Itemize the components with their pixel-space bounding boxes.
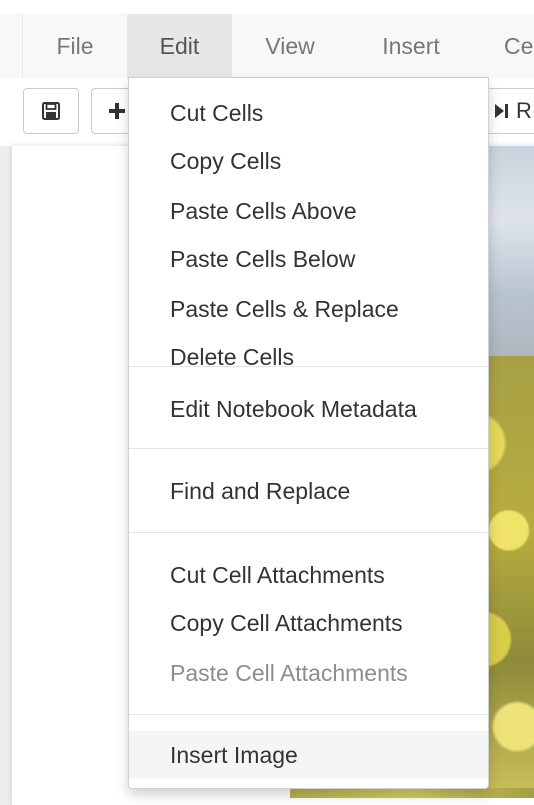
menu-cell[interactable]: Ce xyxy=(474,14,534,78)
menu-item-find-and-replace[interactable]: Find and Replace xyxy=(129,467,488,515)
menu-divider xyxy=(129,366,488,367)
menu-item-paste-cells-below[interactable]: Paste Cells Below xyxy=(129,235,488,283)
notebook-window: File Edit View Insert Ce R Cut Cells Cop… xyxy=(0,0,534,805)
menu-item-insert-image[interactable]: Insert Image xyxy=(129,731,488,779)
menu-item-copy-cell-attachments[interactable]: Copy Cell Attachments xyxy=(129,599,488,647)
menu-divider xyxy=(129,714,488,715)
menu-item-edit-notebook-metadata[interactable]: Edit Notebook Metadata xyxy=(129,385,488,433)
plus-icon xyxy=(107,101,127,121)
run-button-label: R xyxy=(516,98,532,123)
save-button[interactable] xyxy=(23,88,79,134)
header-strip xyxy=(0,0,534,15)
cell-image-edge xyxy=(290,788,534,798)
edit-menu-dropdown: Cut Cells Copy Cells Paste Cells Above P… xyxy=(128,77,489,789)
menu-item-paste-cell-attachments: Paste Cell Attachments xyxy=(170,660,408,686)
menu-divider xyxy=(129,532,488,533)
menu-item-cut-cell-attachments[interactable]: Cut Cell Attachments xyxy=(129,551,488,599)
menu-insert[interactable]: Insert xyxy=(348,14,474,78)
run-button[interactable]: R xyxy=(483,88,534,134)
run-icon xyxy=(494,101,510,121)
save-icon xyxy=(41,101,61,121)
menu-item-copy-cells[interactable]: Copy Cells xyxy=(129,137,488,185)
menu-item-delete-cells[interactable]: Delete Cells xyxy=(129,333,488,366)
menu-view[interactable]: View xyxy=(232,14,348,78)
menu-edit[interactable]: Edit xyxy=(127,14,232,78)
menu-item-paste-cells-above[interactable]: Paste Cells Above xyxy=(129,187,488,235)
menu-file[interactable]: File xyxy=(23,14,127,78)
menu-item-cut-cells[interactable]: Cut Cells xyxy=(129,89,488,137)
edit-menu-scroll-area[interactable]: Cut Cells Copy Cells Paste Cells Above P… xyxy=(129,78,488,366)
menu-divider xyxy=(129,448,488,449)
menu-item-paste-cells-replace[interactable]: Paste Cells & Replace xyxy=(129,285,488,333)
